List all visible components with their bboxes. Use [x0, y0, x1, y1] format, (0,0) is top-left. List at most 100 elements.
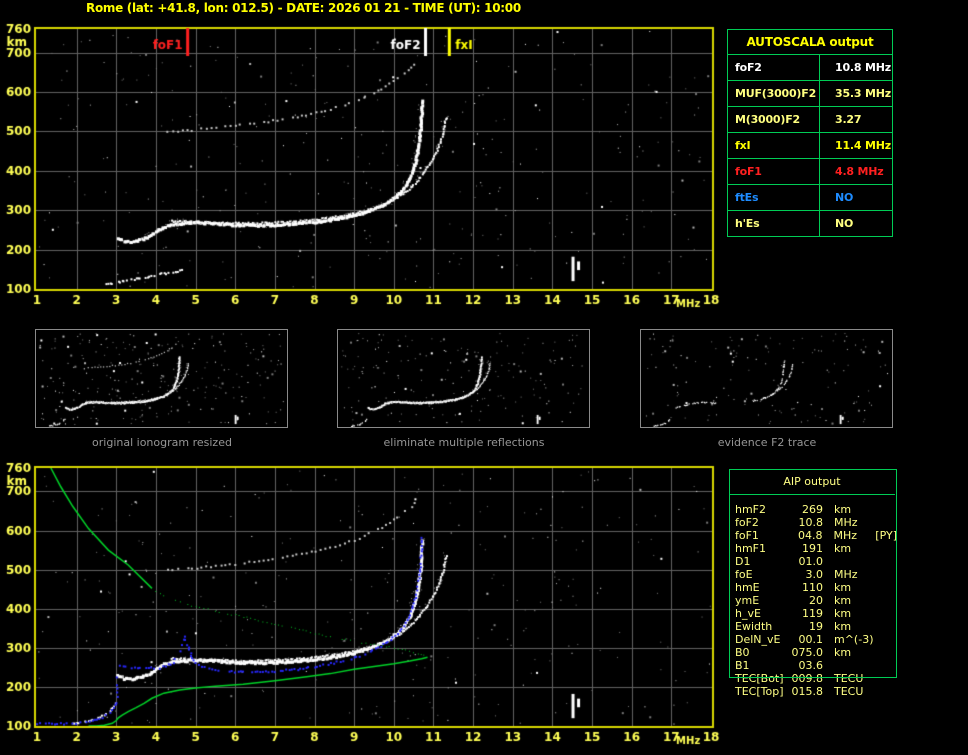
aip-row: D101.0: [729, 555, 897, 568]
aip-row-unit: km: [834, 581, 874, 594]
thumb-multiples-caption: eliminate multiple reflections: [334, 436, 594, 449]
aip-row: foE3.0 MHz: [729, 568, 897, 581]
aip-row-label: hmE: [729, 581, 791, 594]
aip-row-unit: TECU: [834, 685, 874, 698]
autoscala-row-label: ftEs: [728, 185, 820, 210]
autoscala-row: foF210.8 MHz: [728, 54, 892, 80]
aip-row-value: 110: [791, 581, 823, 594]
aip-row-value: 009.8: [791, 672, 823, 685]
aip-row-label: ymE: [729, 594, 791, 607]
thumb-f2-canvas: [641, 330, 892, 427]
thumb-f2-caption: evidence F2 trace: [637, 436, 897, 449]
thumb-original-frame: [35, 329, 288, 428]
aip-row-label: B1: [729, 659, 791, 672]
aip-row-label: Ewidth: [729, 620, 791, 633]
aip-row-value: 119: [791, 607, 823, 620]
autoscala-row: MUF(3000)F235.3 MHz: [728, 80, 892, 106]
aip-row: TEC[Top]015.8 TECU: [729, 685, 897, 698]
aip-row-value: 03.6: [791, 659, 823, 672]
aip-row-label: DelN_vE: [729, 633, 791, 646]
aip-row-unit: MHz: [834, 516, 874, 529]
autoscala-row-label: h'Es: [728, 211, 820, 236]
autoscala-row-label: foF2: [728, 55, 820, 80]
aip-row: DelN_vE00.1 m^(-3): [729, 633, 897, 646]
bottom-ionogram-canvas: [0, 455, 725, 755]
autoscala-row-label: M(3000)F2: [728, 107, 820, 132]
autoscala-row: foF14.8 MHz: [728, 158, 892, 184]
aip-row-value: 00.1: [791, 633, 823, 646]
aip-row-unit: MHz: [834, 529, 874, 542]
aip-row-unit: MHz: [834, 568, 874, 581]
aip-row: hmF2269 km: [729, 503, 897, 516]
aip-row-value: 04.8: [791, 529, 823, 542]
aip-table-header: AIP output: [729, 469, 895, 495]
aip-row-unit: km: [834, 594, 874, 607]
autoscala-row-value: 10.8 MHz: [820, 55, 892, 80]
aip-row-label: foF1: [729, 529, 791, 542]
autoscala-row: M(3000)F23.27: [728, 106, 892, 132]
autoscala-screen: Rome (lat: +41.8, lon: 012.5) - DATE: 20…: [0, 0, 968, 755]
autoscala-row-value: 4.8 MHz: [820, 159, 892, 184]
thumb-original-caption: original ionogram resized: [32, 436, 292, 449]
thumb-original-canvas: [36, 330, 287, 427]
aip-row-label: foE: [729, 568, 791, 581]
aip-row-value: 19: [791, 620, 823, 633]
aip-row-value: 269: [791, 503, 823, 516]
autoscala-row: h'EsNO: [728, 210, 892, 236]
autoscala-row: ftEsNO: [728, 184, 892, 210]
thumb-multiples-frame: [337, 329, 590, 428]
aip-row-unit: km: [834, 607, 874, 620]
aip-row-label: hmF2: [729, 503, 791, 516]
autoscala-row-label: fxI: [728, 133, 820, 158]
aip-row: ymE20 km: [729, 594, 897, 607]
autoscala-row-value: NO: [820, 211, 892, 236]
aip-row-label: foF2: [729, 516, 791, 529]
aip-row-label: h_vE: [729, 607, 791, 620]
aip-row-unit: m^(-3): [834, 633, 874, 646]
autoscala-table-header: AUTOSCALA output: [728, 30, 892, 54]
autoscala-row-label: MUF(3000)F2: [728, 81, 820, 106]
aip-row-unit: km: [834, 542, 874, 555]
aip-row-label: hmF1: [729, 542, 791, 555]
aip-row-label: TEC[Bot]: [729, 672, 791, 685]
aip-row-value: 075.0: [791, 646, 823, 659]
aip-row-label: D1: [729, 555, 791, 568]
aip-row: Ewidth19 km: [729, 620, 897, 633]
aip-row-unit: km: [834, 646, 874, 659]
autoscala-output-table: AUTOSCALA output foF210.8 MHzMUF(3000)F2…: [727, 29, 893, 237]
autoscala-row-label: foF1: [728, 159, 820, 184]
autoscala-row-value: 35.3 MHz: [820, 81, 892, 106]
aip-row-label: B0: [729, 646, 791, 659]
aip-output-table: AIP output hmF2269 km foF210.8 MHz foF104.8 M…: [729, 469, 897, 698]
aip-row-label: TEC[Top]: [729, 685, 791, 698]
aip-row-value: 01.0: [791, 555, 823, 568]
autoscala-row-value: 11.4 MHz: [820, 133, 892, 158]
aip-row: hmE110 km: [729, 581, 897, 594]
top-ionogram-canvas: [0, 0, 725, 316]
autoscala-row-value: NO: [820, 185, 892, 210]
aip-row: B0075.0 km: [729, 646, 897, 659]
aip-row: foF104.8 MHz[PY]: [729, 529, 897, 542]
aip-row: TEC[Bot]009.8TECU: [729, 672, 897, 685]
aip-row-unit: km: [834, 503, 874, 516]
aip-row-unit: [834, 659, 874, 672]
aip-table-rows: hmF2269kmfoF210.8MHzfoF104.8MHz[PY]hmF11…: [729, 495, 897, 698]
aip-row-unit: [834, 555, 874, 568]
aip-row-value: 191: [791, 542, 823, 555]
aip-row-value: 20: [791, 594, 823, 607]
thumb-multiples-canvas: [338, 330, 589, 427]
autoscala-table-rows: foF210.8 MHzMUF(3000)F235.3 MHzM(3000)F2…: [728, 54, 892, 236]
thumb-f2-frame: [640, 329, 893, 428]
aip-row: B103.6: [729, 659, 897, 672]
autoscala-row: fxI11.4 MHz: [728, 132, 892, 158]
aip-row: h_vE119 km: [729, 607, 897, 620]
aip-row-value: 10.8: [791, 516, 823, 529]
autoscala-row-value: 3.27: [820, 107, 892, 132]
aip-row-value: 015.8: [791, 685, 823, 698]
aip-row-extra: [PY]: [875, 529, 897, 542]
page-title: Rome (lat: +41.8, lon: 012.5) - DATE: 20…: [86, 1, 521, 15]
aip-row: hmF1191 km: [729, 542, 897, 555]
aip-row-unit: km: [834, 620, 874, 633]
aip-row: foF210.8 MHz: [729, 516, 897, 529]
aip-row-value: 3.0: [791, 568, 823, 581]
